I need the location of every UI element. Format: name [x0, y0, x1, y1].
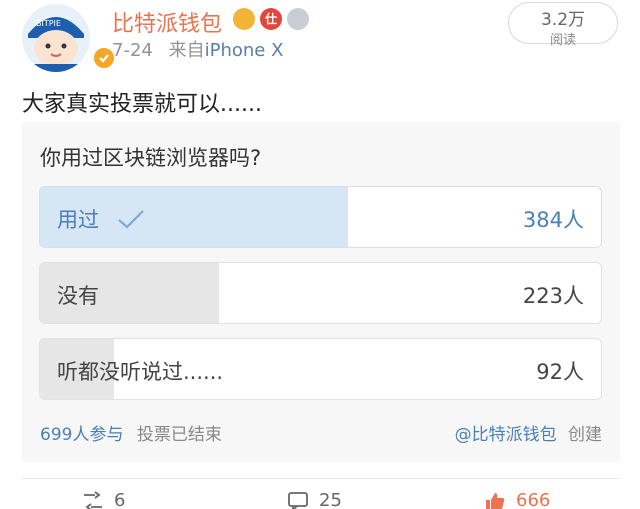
like-button[interactable]: 666: [484, 490, 550, 509]
poll-option-count: 92人: [536, 360, 584, 384]
read-count-pill: 3.2万 阅读: [508, 2, 618, 48]
poll-option-label: 听都没听说过......: [57, 360, 224, 384]
poll-option-count: 384人: [522, 208, 584, 232]
poll-option-2[interactable]: 没有 223人: [39, 262, 602, 324]
rank-badge-icon: 仕: [260, 8, 282, 30]
action-bar: 6 25 666: [0, 490, 640, 509]
avatar-image: BITPIE: [22, 4, 90, 72]
post-text: 大家真实投票就可以......: [22, 92, 262, 117]
poll-status: 投票已结束: [136, 425, 222, 445]
poll-footer-stats: 699人参与 投票已结束: [40, 420, 222, 445]
poll-creator-link[interactable]: @比特派钱包: [455, 425, 557, 445]
poll-option-3[interactable]: 听都没听说过...... 92人: [39, 338, 602, 400]
face-badge-icon: [233, 8, 255, 30]
post-header: BITPIE 比特派钱包 仕 7-24 来自iPhone X 3.2万 阅读: [0, 0, 640, 78]
thumbs-up-icon: [486, 493, 505, 509]
post-meta: 7-24 来自iPhone X: [112, 36, 283, 62]
poll-option-1[interactable]: 用过 384人: [39, 186, 602, 248]
like-count: 666: [516, 490, 551, 509]
repost-icon: [84, 491, 102, 509]
read-label: 阅读: [549, 33, 576, 48]
poll-participants[interactable]: 699人参与: [40, 425, 123, 445]
post-date: 7-24: [112, 40, 153, 61]
poll-question: 你用过区块链浏览器吗?: [40, 146, 262, 170]
avatar[interactable]: BITPIE: [22, 4, 116, 72]
poll-option-label: 没有: [57, 284, 99, 308]
avatar-text: BITPIE: [36, 19, 61, 28]
poll-option-label: 用过: [57, 208, 99, 232]
poll-footer-creator: @比特派钱包 创建: [455, 420, 602, 445]
source-device[interactable]: iPhone X: [205, 40, 284, 61]
medal-badge-icon: [287, 8, 309, 30]
comment-count: 25: [319, 490, 342, 509]
poll-card: 你用过区块链浏览器吗? 用过 384人 没有 223人 听都没听说过......…: [22, 122, 620, 462]
poll-option-count: 223人: [522, 284, 584, 308]
checkmark-icon: [118, 210, 144, 229]
username[interactable]: 比特派钱包: [112, 6, 222, 38]
user-badges: 仕: [233, 8, 309, 30]
comment-icon: [288, 492, 308, 509]
poll-created-label: 创建: [568, 425, 602, 445]
repost-button[interactable]: 6: [82, 490, 125, 509]
divider: [22, 478, 620, 479]
read-count: 3.2万: [540, 10, 586, 30]
source-prefix: 来自: [168, 40, 205, 61]
repost-count: 6: [114, 490, 126, 509]
comment-button[interactable]: 25: [287, 490, 342, 509]
